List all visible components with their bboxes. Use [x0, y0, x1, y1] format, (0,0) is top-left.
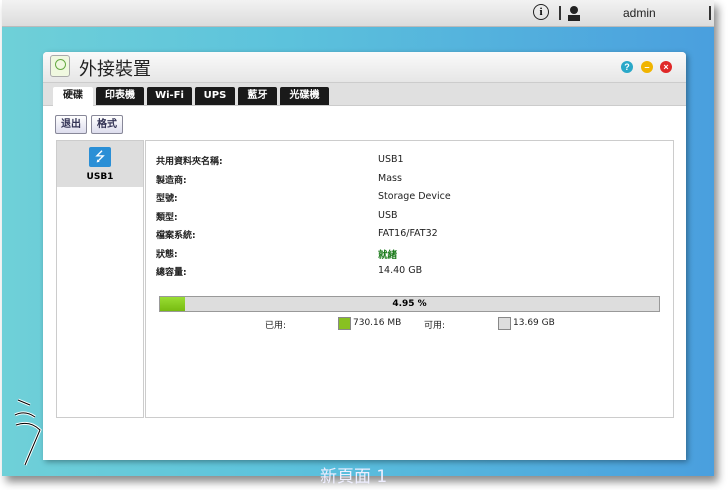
background-page-title: 新頁面 1	[320, 467, 388, 487]
help-icon[interactable]: ?	[621, 61, 633, 73]
device-details: 共用資料夾名稱: USB1 製造商: Mass 型號: Storage Devi…	[145, 140, 674, 418]
tab-optical-drive[interactable]: 光碟機	[280, 87, 329, 105]
used-label: 已用:	[265, 321, 287, 331]
tab-printer[interactable]: 印表機	[96, 87, 144, 105]
divider	[559, 6, 561, 20]
external-device-window: 外接裝置 ? – × 硬碟 印表機 Wi-Fi UPS 藍牙 光碟機 退出 格式…	[43, 52, 686, 460]
status-value: 就緒	[378, 250, 398, 261]
usage-bar: 4.95 %	[159, 296, 660, 312]
detail-label: 總容量:	[156, 268, 187, 278]
info-icon[interactable]: i	[533, 4, 549, 20]
detail-label: 製造商:	[156, 176, 187, 186]
detail-label: 共用資料夾名稱:	[156, 157, 223, 167]
detail-label: 類型:	[156, 213, 178, 223]
detail-value: FAT16/FAT32	[378, 228, 438, 239]
minimize-icon[interactable]: –	[641, 61, 653, 73]
app-icon	[50, 55, 70, 77]
detail-value: USB	[378, 210, 398, 221]
detail-value: 14.40 GB	[378, 265, 423, 276]
used-swatch	[338, 317, 351, 330]
free-value: 13.69 GB	[513, 318, 555, 328]
usage-percent: 4.95 %	[392, 299, 427, 309]
used-value: 730.16 MB	[353, 318, 402, 328]
close-icon[interactable]: ×	[660, 61, 672, 73]
window-title: 外接裝置	[79, 59, 151, 80]
usb-drive-icon: ⭍	[89, 147, 111, 167]
divider	[709, 6, 711, 20]
detail-value: Mass	[378, 173, 402, 184]
tab-wifi[interactable]: Wi-Fi	[147, 87, 192, 105]
device-item-usb1[interactable]: ⭍ USB1	[57, 141, 143, 187]
username[interactable]: admin	[623, 6, 656, 20]
top-bar: i admin	[2, 0, 714, 27]
free-swatch	[498, 317, 511, 330]
watermark-logo	[10, 395, 125, 470]
title-bar[interactable]: 外接裝置 ? – ×	[43, 52, 686, 82]
eject-button[interactable]: 退出	[55, 115, 87, 134]
detail-value: Storage Device	[378, 191, 451, 202]
tab-hdd[interactable]: 硬碟	[53, 87, 93, 106]
detail-value: USB1	[378, 154, 404, 165]
detail-label: 型號:	[156, 194, 178, 204]
format-button[interactable]: 格式	[91, 115, 123, 134]
tab-ups[interactable]: UPS	[195, 87, 235, 105]
detail-label: 檔案系統:	[156, 231, 196, 241]
device-list: ⭍ USB1	[56, 140, 144, 418]
tab-bluetooth[interactable]: 藍牙	[238, 87, 277, 105]
user-icon[interactable]	[566, 5, 582, 21]
device-label: USB1	[86, 172, 114, 182]
tab-bar: 硬碟 印表機 Wi-Fi UPS 藍牙 光碟機	[43, 82, 686, 106]
free-label: 可用:	[424, 321, 446, 331]
detail-label: 狀態:	[156, 250, 178, 260]
